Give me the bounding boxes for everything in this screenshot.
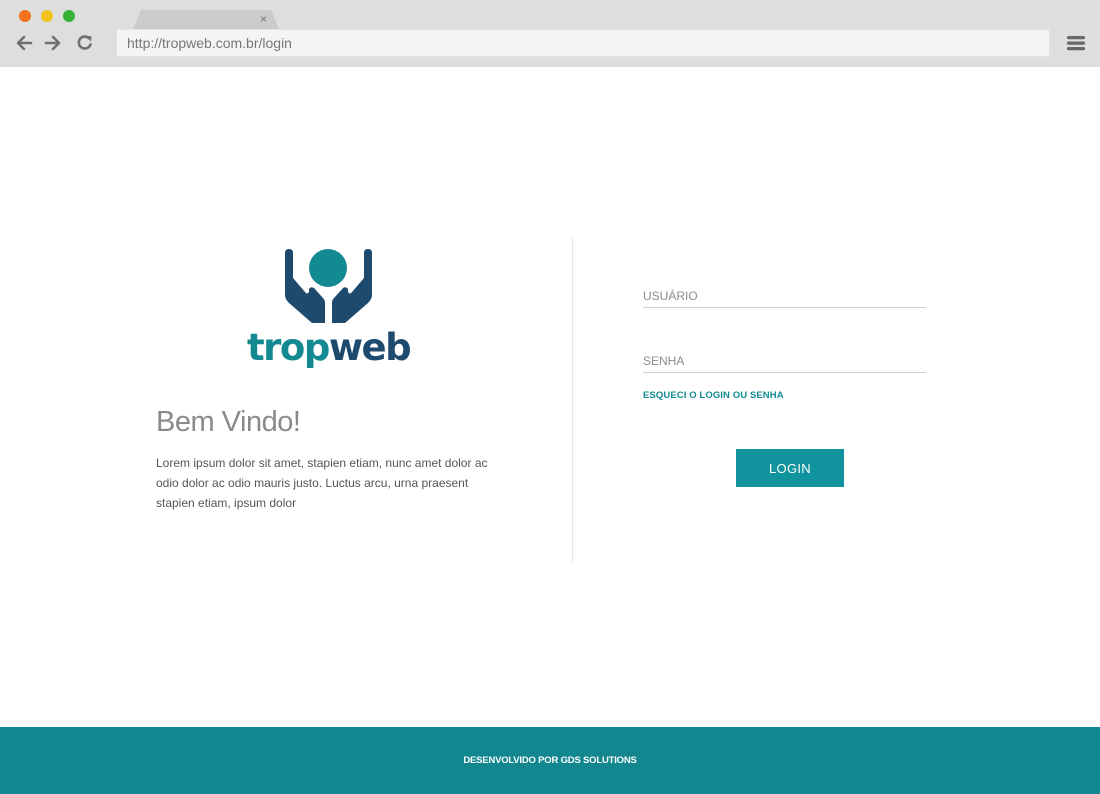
window-close-dot[interactable] [19,10,31,22]
footer: DESENVOLVIDO POR GDS SOLUTIONS [0,727,1100,794]
address-bar[interactable]: http://tropweb.com.br/login [116,29,1050,57]
window-minimize-dot[interactable] [41,10,53,22]
hamburger-menu-icon[interactable] [1066,33,1086,53]
browser-chrome: × http://tropweb.com.br/login [0,0,1100,67]
login-button[interactable]: LOGIN [736,449,844,487]
close-icon[interactable]: × [260,11,267,27]
logo-text-web: web [329,326,410,369]
vertical-divider [572,237,573,562]
svg-text:tropweb: tropweb [247,326,410,369]
password-input[interactable] [643,350,926,373]
footer-credit: DESENVOLVIDO POR GDS SOLUTIONS [463,755,637,766]
back-arrow-icon[interactable] [14,33,34,53]
welcome-description: Lorem ipsum dolor sit amet, stapien etia… [156,456,488,510]
reload-icon[interactable] [75,33,95,53]
logo-text-trop: trop [247,326,329,369]
window-maximize-dot[interactable] [63,10,75,22]
forward-arrow-icon[interactable] [43,33,63,53]
tropweb-logo: tropweb [247,249,412,369]
welcome-title: Bem Vindo! [156,406,301,438]
username-input[interactable] [643,285,926,308]
logo-ball [309,249,347,287]
forgot-credentials-link[interactable]: ESQUECI O LOGIN OU SENHA [643,390,784,401]
browser-tab[interactable]: × [133,10,279,29]
